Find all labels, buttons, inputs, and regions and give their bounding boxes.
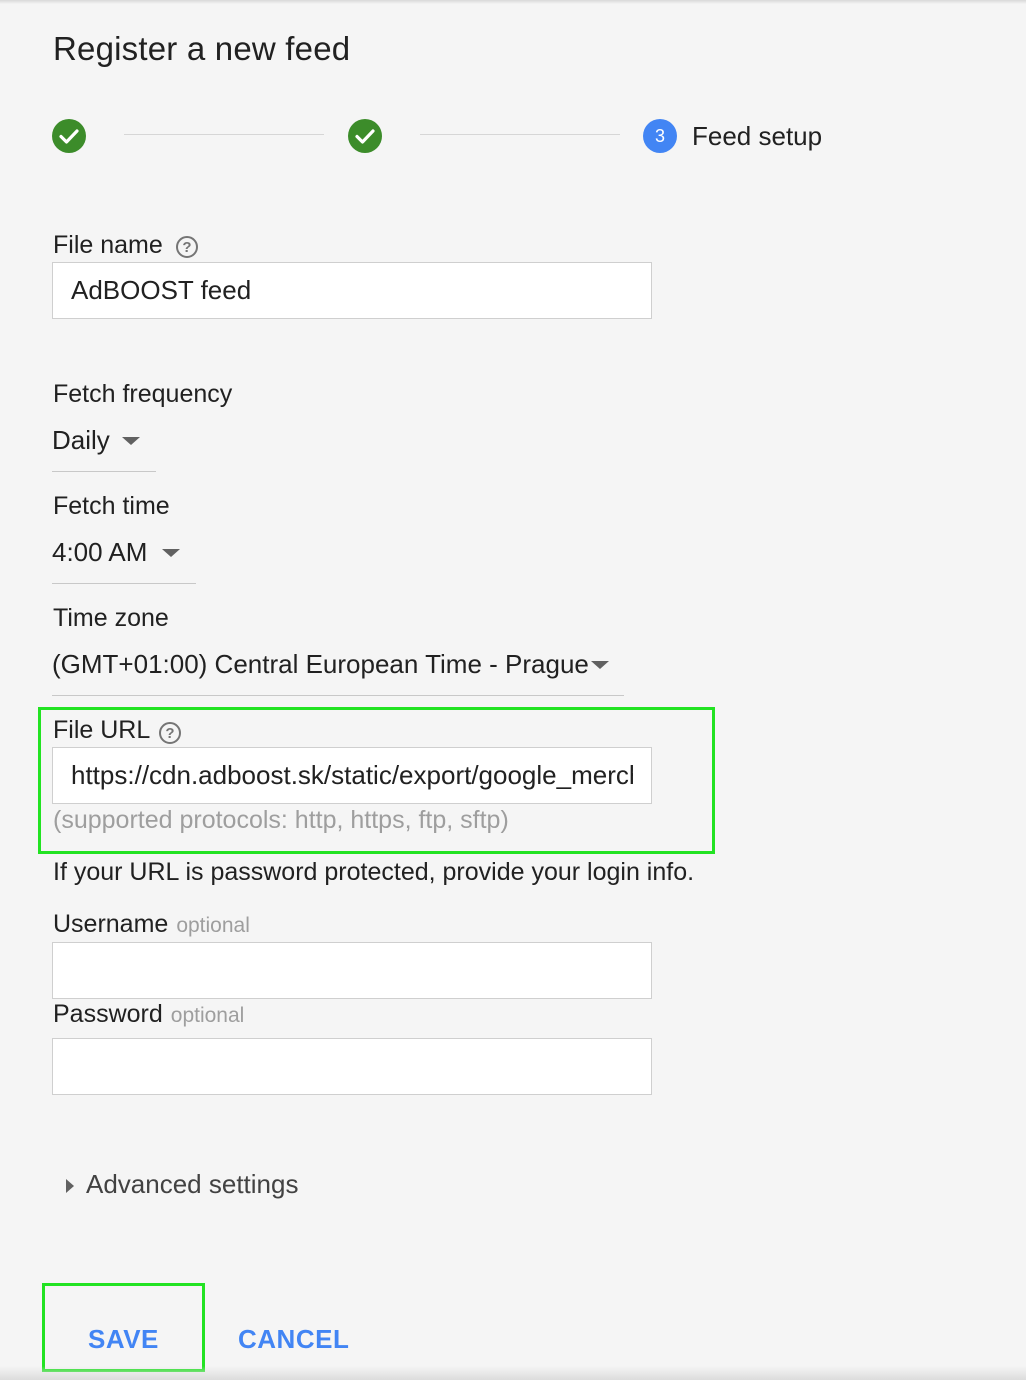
caret-down-icon xyxy=(591,661,609,669)
advanced-settings-toggle[interactable]: Advanced settings xyxy=(62,1169,322,1203)
fetch-frequency-label: Fetch frequency xyxy=(53,380,233,408)
save-button[interactable]: SAVE xyxy=(88,1324,159,1355)
file-name-help-icon[interactable]: ? xyxy=(176,236,198,258)
step-connector xyxy=(124,134,324,135)
fetch-frequency-value: Daily xyxy=(52,425,110,455)
triangle-right-icon xyxy=(66,1179,74,1193)
advanced-settings-label: Advanced settings xyxy=(86,1169,299,1199)
step-1-complete-icon xyxy=(52,119,86,153)
bottom-shadow xyxy=(0,1366,1026,1380)
top-shadow xyxy=(0,0,1026,4)
password-optional-tag: optional xyxy=(170,1004,245,1027)
file-name-label: File name xyxy=(53,231,163,259)
password-input[interactable] xyxy=(52,1038,652,1095)
step-3-label: Feed setup xyxy=(692,121,823,151)
file-url-protocols-hint: (supported protocols: http, https, ftp, … xyxy=(53,806,509,834)
username-label-text: Username xyxy=(53,910,169,938)
username-input[interactable] xyxy=(52,942,652,999)
step-3-number: 3 xyxy=(643,119,677,153)
time-zone-value: (GMT+01:00) Central European Time - Prag… xyxy=(52,649,589,679)
caret-down-icon xyxy=(162,549,180,557)
username-optional-tag: optional xyxy=(176,914,250,937)
cancel-button[interactable]: CANCEL xyxy=(238,1324,349,1355)
check-icon xyxy=(59,129,79,144)
fetch-frequency-dropdown[interactable]: Daily xyxy=(52,425,156,472)
page-title: Register a new feed xyxy=(53,30,351,67)
password-protection-info: If your URL is password protected, provi… xyxy=(53,858,695,886)
file-url-input[interactable] xyxy=(52,747,652,804)
fetch-time-value: 4:00 AM xyxy=(52,537,148,567)
fetch-time-label: Fetch time xyxy=(53,492,170,520)
username-label: Username optional xyxy=(53,910,250,939)
file-url-label: File URL xyxy=(53,716,151,744)
file-name-input[interactable] xyxy=(52,262,652,319)
password-label: Password optional xyxy=(53,1000,244,1029)
file-url-help-icon[interactable]: ? xyxy=(159,722,181,744)
step-connector xyxy=(420,134,620,135)
check-icon xyxy=(355,129,375,144)
step-2-complete-icon xyxy=(348,119,382,153)
time-zone-label: Time zone xyxy=(53,604,169,632)
fetch-time-dropdown[interactable]: 4:00 AM xyxy=(52,537,196,584)
caret-down-icon xyxy=(122,437,140,445)
password-label-text: Password xyxy=(53,1000,163,1028)
time-zone-dropdown[interactable]: (GMT+01:00) Central European Time - Prag… xyxy=(52,649,624,696)
